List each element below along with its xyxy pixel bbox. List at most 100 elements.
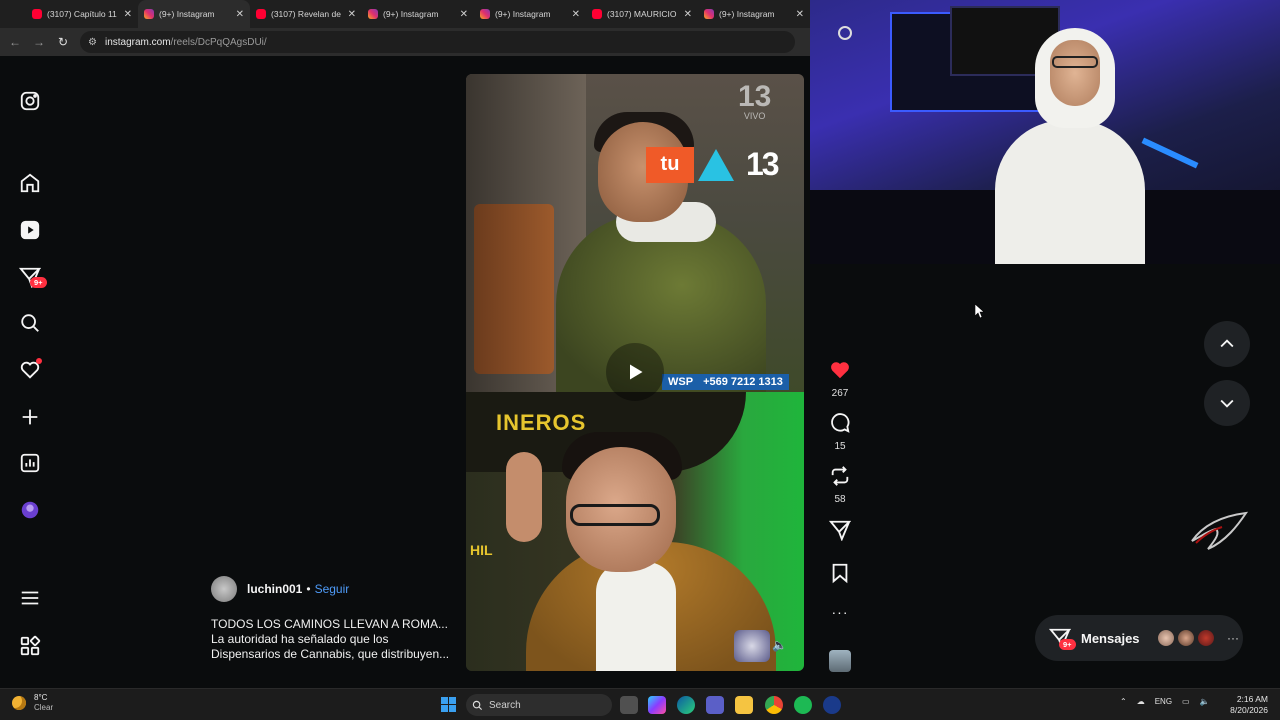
channel-logo: tu 13 bbox=[646, 146, 780, 183]
browser-tab[interactable]: (9+) Instagram ✕ bbox=[698, 0, 810, 28]
instagram-favicon-icon bbox=[368, 9, 378, 19]
tray-app-icon[interactable]: ☁ bbox=[1137, 697, 1145, 706]
tab-close-icon[interactable]: ✕ bbox=[124, 9, 132, 20]
play-button[interactable] bbox=[606, 343, 664, 401]
windows-taskbar: 8°C Clear Search ⌃ ☁ ENG ▭ 🔈 2:16 AM 8/2… bbox=[0, 688, 1280, 720]
contact-avatar bbox=[1177, 629, 1195, 647]
browser-tab[interactable]: (9+) Instagram ✕ bbox=[362, 0, 474, 28]
comment-count: 15 bbox=[834, 441, 846, 452]
messages-more-icon[interactable]: ··· bbox=[1227, 631, 1239, 645]
create-plus-icon[interactable] bbox=[18, 405, 42, 429]
file-explorer-icon[interactable] bbox=[735, 696, 753, 714]
tab-close-icon[interactable]: ✕ bbox=[684, 9, 692, 20]
language-indicator[interactable]: ENG bbox=[1155, 697, 1172, 706]
ring-light-icon bbox=[838, 26, 852, 40]
youtube-favicon-icon bbox=[32, 9, 42, 19]
audio-thumbnail[interactable] bbox=[824, 650, 856, 672]
forward-arrow-icon[interactable]: → bbox=[32, 35, 46, 49]
apps-icon[interactable] bbox=[18, 634, 42, 658]
save-button[interactable] bbox=[824, 562, 856, 589]
sub-banner-text: HIL bbox=[470, 542, 493, 558]
author-username[interactable]: luchin001 bbox=[247, 582, 302, 596]
browser-tab[interactable]: (9+) Instagram ✕ bbox=[474, 0, 586, 28]
temperature: 8°C bbox=[34, 693, 48, 702]
reload-icon[interactable]: ↻ bbox=[56, 35, 70, 49]
wsp-banner: WSP +569 7212 1313 bbox=[662, 374, 789, 390]
copilot-icon[interactable] bbox=[648, 696, 666, 714]
url-path: /reels/DcPqQAgsDUi/ bbox=[170, 36, 267, 48]
notification-badge: 9+ bbox=[30, 277, 47, 288]
crest-logo bbox=[734, 630, 770, 662]
moon-icon bbox=[12, 696, 26, 710]
browser-tabstrip: (3107) Capítulo 11 ✕ (9+) Instagram ✕ (310… bbox=[0, 0, 810, 28]
instagram-logo-icon[interactable] bbox=[18, 89, 42, 113]
home-icon[interactable] bbox=[18, 171, 42, 195]
teams-icon[interactable] bbox=[706, 696, 724, 714]
tab-close-icon[interactable]: ✕ bbox=[796, 9, 804, 20]
post-caption[interactable]: TODOS LOS CAMINOS LLEVAN A ROMA... La au… bbox=[211, 617, 461, 662]
browser-tab-active[interactable]: (9+) Instagram ✕ bbox=[138, 0, 250, 28]
like-button[interactable]: 267 bbox=[824, 359, 856, 399]
search-placeholder: Search bbox=[489, 699, 521, 711]
next-reel-button[interactable] bbox=[1204, 380, 1250, 426]
previous-reel-button[interactable] bbox=[1204, 321, 1250, 367]
heart-icon[interactable] bbox=[18, 358, 42, 382]
dashboard-icon[interactable] bbox=[18, 451, 42, 475]
activity-dot bbox=[36, 358, 42, 364]
browser-tab[interactable]: (3107) MAURICIO ✕ bbox=[586, 0, 698, 28]
tab-close-icon[interactable]: ✕ bbox=[572, 9, 580, 20]
menu-icon[interactable] bbox=[18, 586, 42, 610]
tab-close-icon[interactable]: ✕ bbox=[236, 9, 244, 20]
back-arrow-icon[interactable]: ← bbox=[8, 35, 22, 49]
tab-close-icon[interactable]: ✕ bbox=[348, 9, 356, 20]
edge-icon[interactable] bbox=[677, 696, 695, 714]
volume-icon[interactable]: 🔈 bbox=[1200, 697, 1210, 706]
profile-avatar[interactable] bbox=[18, 498, 42, 522]
chrome-icon[interactable] bbox=[765, 696, 783, 714]
share-icon bbox=[828, 520, 852, 542]
youtube-favicon-icon bbox=[256, 9, 266, 19]
channel-watermark: 13 VIVO bbox=[738, 80, 772, 121]
repost-button[interactable]: 58 bbox=[824, 465, 856, 505]
app-icon[interactable] bbox=[823, 696, 841, 714]
weather-condition: Clear bbox=[34, 703, 54, 712]
browser-tab[interactable]: (3107) Capítulo 11 ✕ bbox=[26, 0, 138, 28]
tab-close-icon[interactable]: ✕ bbox=[460, 9, 468, 20]
search-icon[interactable] bbox=[18, 311, 42, 335]
windows-start-icon[interactable] bbox=[441, 697, 456, 712]
webcam-overlay bbox=[810, 0, 1280, 264]
tab-label: (3107) Capítulo 11 bbox=[47, 9, 117, 19]
tray-overflow-icon[interactable]: ⌃ bbox=[1120, 697, 1127, 706]
contact-avatar bbox=[1197, 629, 1215, 647]
address-bar[interactable]: ⚙ instagram.com/reels/DcPqQAgsDUi/ bbox=[80, 31, 795, 53]
spotify-icon[interactable] bbox=[794, 696, 812, 714]
volume-icon[interactable]: 🔈 bbox=[772, 638, 787, 652]
taskbar-search[interactable]: Search bbox=[466, 694, 612, 716]
comment-button[interactable]: 15 bbox=[824, 412, 856, 452]
more-options-button[interactable]: ··· bbox=[824, 604, 856, 620]
url-host: instagram.com bbox=[104, 36, 171, 48]
messages-pill[interactable]: 9+ Mensajes ··· bbox=[1035, 615, 1243, 661]
network-icon[interactable]: ▭ bbox=[1182, 697, 1190, 706]
messages-icon[interactable]: 9+ bbox=[18, 265, 47, 289]
instagram-favicon-icon bbox=[704, 9, 714, 19]
caption-line: TODOS LOS CAMINOS LLEVAN A ROMA... bbox=[211, 617, 448, 631]
author-avatar[interactable] bbox=[211, 576, 237, 602]
chevron-down-icon bbox=[1220, 399, 1234, 408]
follow-button[interactable]: Seguir bbox=[315, 582, 350, 596]
youtube-favicon-icon bbox=[592, 9, 602, 19]
system-clock[interactable]: 2:16 AM 8/20/2026 bbox=[1228, 694, 1268, 716]
browser-tab[interactable]: (3107) Revelan de ✕ bbox=[250, 0, 362, 28]
clock-date: 8/20/2026 bbox=[1230, 705, 1268, 715]
share-button[interactable] bbox=[824, 519, 856, 546]
instagram-reels-page: 9+ tu 13 13 VIVO WSP +569 7212 1313 INER… bbox=[0, 0, 1280, 688]
reels-icon[interactable] bbox=[18, 218, 42, 242]
heart-filled-icon bbox=[831, 362, 849, 379]
task-view-icon[interactable] bbox=[620, 696, 638, 714]
like-count: 267 bbox=[831, 388, 849, 399]
left-sidebar: 9+ bbox=[0, 56, 60, 688]
site-info-icon[interactable]: ⚙ bbox=[88, 37, 97, 48]
reel-video[interactable]: tu 13 13 VIVO WSP +569 7212 1313 INEROS HI… bbox=[466, 74, 804, 671]
instagram-favicon-icon bbox=[480, 9, 490, 19]
weather-widget[interactable]: 8°C Clear bbox=[12, 693, 53, 713]
